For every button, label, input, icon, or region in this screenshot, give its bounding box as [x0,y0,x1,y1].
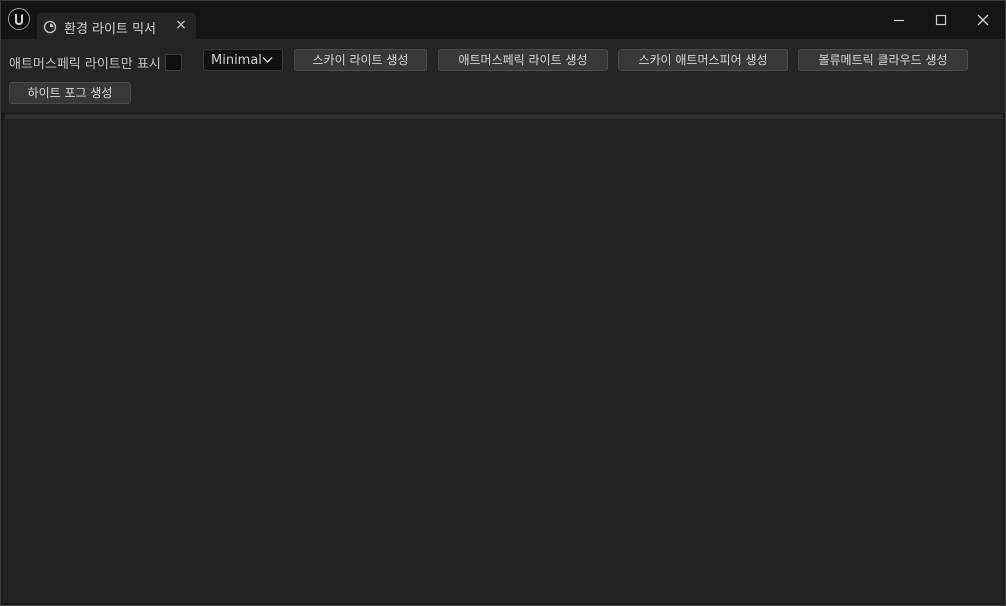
create-sky-atmosphere-button[interactable]: 스카이 애트머스피어 생성 [618,49,788,71]
tab-close-icon[interactable]: × [173,17,189,33]
title-bar[interactable]: 환경 라이트 믹서 × [1,1,1005,39]
light-mixer-icon [43,19,57,34]
minimize-button[interactable] [879,1,919,39]
unreal-engine-logo-icon[interactable] [8,8,30,30]
create-atmospheric-light-button[interactable]: 애트머스페릭 라이트 생성 [438,49,608,71]
atmospheric-only-label: 애트머스페릭 라이트만 표시 [9,57,161,72]
close-icon [977,14,989,26]
minimize-icon [894,19,904,22]
tab-label: 환경 라이트 믹서 [64,22,156,37]
close-window-button[interactable] [963,1,1003,39]
create-volumetric-cloud-button[interactable]: 볼류메트릭 클라우드 생성 [798,49,968,71]
light-list-panel [3,119,1003,603]
create-height-fog-button[interactable]: 하이트 포그 생성 [9,82,131,104]
create-sky-light-button[interactable]: 스카이 라이트 생성 [294,49,427,71]
view-mode-value: Minimal [211,53,262,68]
view-mode-dropdown[interactable]: Minimal [203,49,283,71]
toolbar: 애트머스페릭 라이트만 표시 Minimal 스카이 라이트 생성 애트머스페릭… [1,39,1005,113]
atmospheric-only-checkbox[interactable] [165,54,182,71]
chevron-down-icon [262,57,273,63]
maximize-button[interactable] [921,1,961,39]
tab-environment-light-mixer[interactable]: 환경 라이트 믹서 × [37,13,196,39]
environment-light-mixer-window: 환경 라이트 믹서 × 애트머스페릭 라이트만 표시 Minimal 스카이 라… [0,0,1006,606]
maximize-icon [935,14,947,26]
